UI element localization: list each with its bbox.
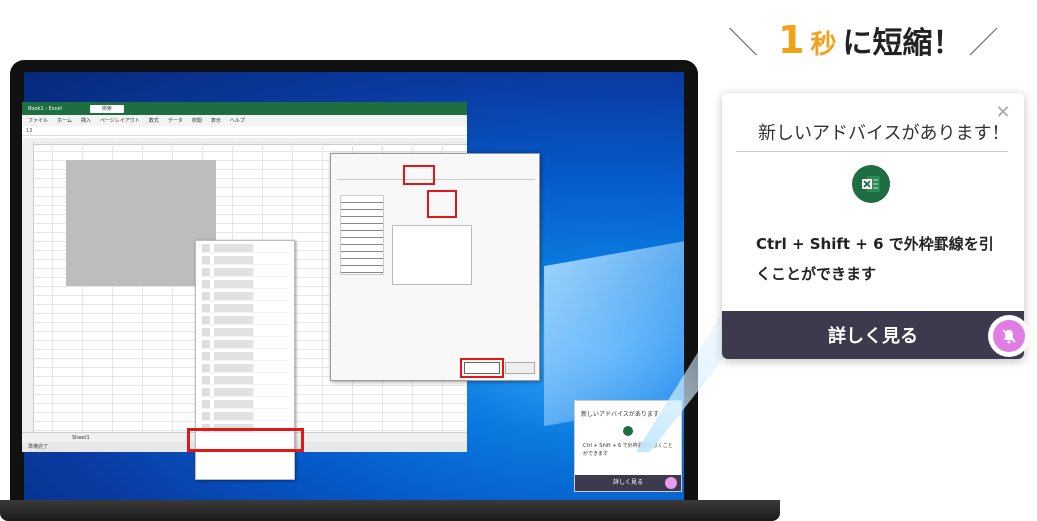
details-button[interactable]: 詳しく見る	[722, 311, 1024, 359]
popup-divider	[736, 151, 1008, 152]
outline-preset-highlight	[427, 190, 457, 218]
ribbon-tab-help[interactable]: ヘルプ	[230, 117, 245, 124]
context-menu-item[interactable]	[202, 352, 288, 361]
excel-title: Book1 - Excel	[28, 105, 62, 112]
selected-range[interactable]	[66, 160, 216, 286]
excel-ribbon-tabs: ファイル ホーム 挿入 ページレイアウト 数式 データ 校閲 表示 ヘルプ	[22, 115, 467, 126]
border-preview[interactable]	[392, 225, 472, 285]
mini-popup-body: Ctrl + Shift + 6 で外枠罫線を引くことができます	[583, 443, 673, 457]
ribbon-tab-view[interactable]: 表示	[211, 117, 221, 124]
details-button-label: 詳しく見る	[828, 326, 918, 347]
line-style-list[interactable]	[340, 195, 384, 275]
dialog-tabs[interactable]	[337, 170, 535, 180]
ok-button-highlight	[460, 358, 504, 378]
formula-bar: 13	[22, 126, 467, 136]
context-menu-item[interactable]	[202, 376, 288, 385]
ribbon-tab-file[interactable]: ファイル	[28, 117, 48, 124]
advice-popup: ✕ 新しいアドバイスがあります！ Ctrl + Shift + 6 で外枠罫線を…	[722, 93, 1030, 359]
ribbon-tab-home[interactable]: ホーム	[57, 117, 72, 124]
headline-number: 1	[778, 18, 805, 62]
context-menu-item[interactable]	[202, 268, 288, 277]
headline-slash-left: ＼	[728, 26, 758, 61]
windows-logo-light	[544, 237, 684, 427]
headline-unit: 秒	[810, 30, 837, 60]
context-menu-item[interactable]	[202, 292, 288, 301]
context-menu-item[interactable]	[202, 244, 288, 253]
context-menu-item[interactable]	[202, 328, 288, 337]
laptop-base	[0, 500, 780, 521]
excel-logo-icon	[623, 426, 633, 436]
popup-title: 新しいアドバイスがあります！	[758, 123, 1010, 144]
mini-popup-title: 新しいアドバイスがあります	[581, 411, 659, 418]
headline-slash-right: ／	[968, 26, 999, 61]
excel-logo-icon	[852, 165, 890, 203]
context-menu-item[interactable]	[202, 388, 288, 397]
ribbon-tab-review[interactable]: 校閲	[192, 117, 202, 124]
context-menu-item[interactable]	[202, 280, 288, 289]
ribbon-tab-formulas[interactable]: 数式	[149, 117, 159, 124]
headline: ＼ 1 秒 に短縮！ ／	[728, 18, 998, 62]
context-menu-item[interactable]	[202, 316, 288, 325]
popup-body: Ctrl + Shift + 6 で外枠罫線を引くことができます	[756, 235, 994, 283]
name-box[interactable]: 13	[26, 128, 32, 134]
format-cells-highlight	[187, 428, 304, 452]
ribbon-tab-page-layout[interactable]: ページレイアウト	[100, 117, 140, 124]
context-menu-item[interactable]	[202, 364, 288, 373]
excel-search-box[interactable]: 検索	[89, 104, 124, 113]
context-menu-item[interactable]	[202, 412, 288, 421]
context-menu-item[interactable]	[202, 256, 288, 265]
border-tab-highlight	[403, 165, 435, 185]
headline-text: に短縮！	[842, 26, 963, 61]
bell-mute-icon[interactable]	[665, 477, 677, 489]
ribbon-tab-insert[interactable]: 挿入	[81, 117, 91, 124]
row-headers	[22, 142, 34, 432]
status-text: 準備完了	[28, 444, 49, 450]
bell-mute-icon	[993, 320, 1025, 352]
ribbon-tab-data[interactable]: データ	[168, 117, 183, 124]
context-menu-item[interactable]	[202, 340, 288, 349]
mini-advice-popup: 新しいアドバイスがあります Ctrl + Shift + 6 で外枠罫線を引くこ…	[574, 400, 682, 492]
context-menu-item[interactable]	[202, 400, 288, 409]
context-menu-item[interactable]	[202, 304, 288, 313]
cancel-button[interactable]	[505, 362, 535, 374]
sheet-tab[interactable]: Sheet1	[72, 435, 90, 441]
bell-button[interactable]	[988, 315, 1030, 357]
excel-title-bar: Book1 - Excel 検索	[22, 102, 467, 115]
